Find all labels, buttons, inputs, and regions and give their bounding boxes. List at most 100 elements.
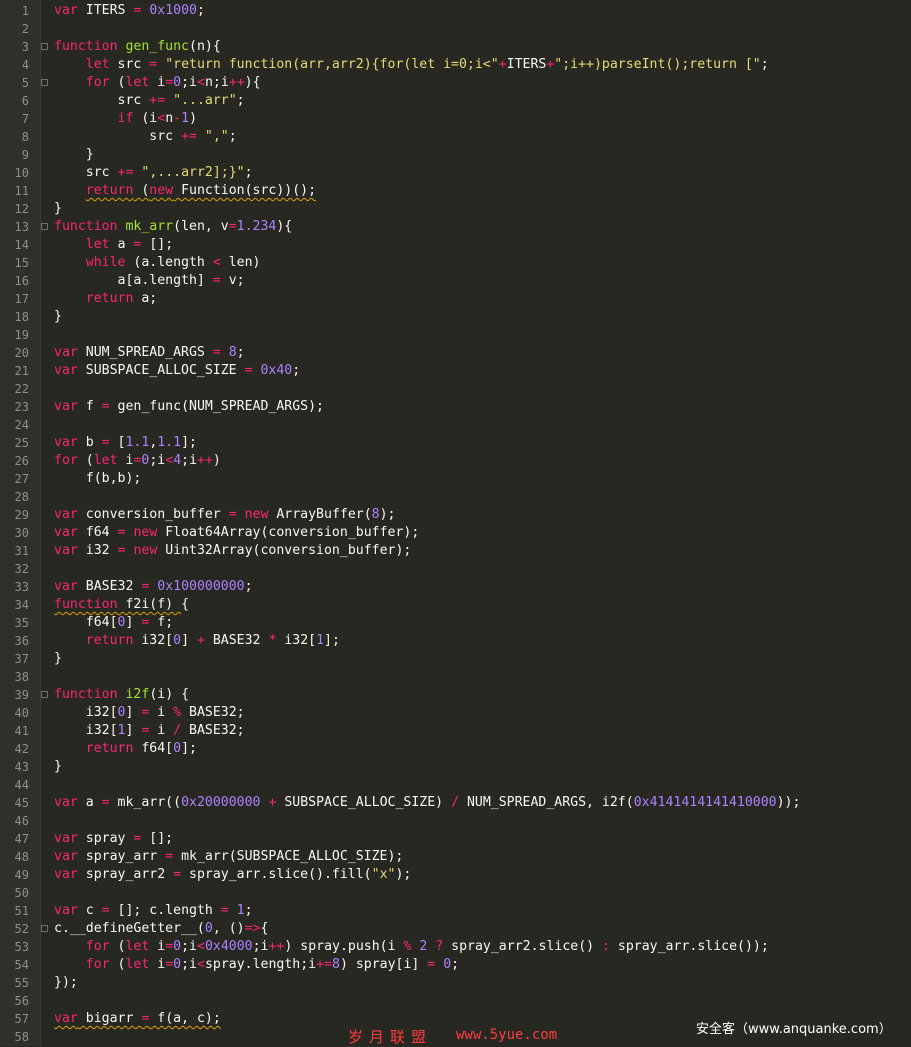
code-line[interactable]: 54 for (let i=0;i<spray.length;i+=8) spr… <box>0 956 911 974</box>
code-line[interactable]: 43} <box>0 758 911 776</box>
code-token: conversion_buffer <box>77 507 229 522</box>
code-token: + <box>196 633 205 648</box>
code-line[interactable]: 15 while (a.length < len) <box>0 254 911 272</box>
code-token: ]; <box>181 435 197 450</box>
code-line[interactable]: 41 i32[1] = i / BASE32; <box>0 722 911 740</box>
code-line[interactable]: 52 c.__defineGetter__(0, ()=>{ <box>0 920 911 938</box>
code-editor[interactable]: 1 var ITERS = 0x1000; 2 3 function gen_func(… <box>0 0 911 1046</box>
code-line[interactable]: 45 var a = mk_arr((0x20000000 + SUBSPACE_… <box>0 794 911 812</box>
code-line[interactable]: 36 return i32[0] + BASE32 * i32[1]; <box>0 632 911 650</box>
code-token: i2f <box>125 687 150 702</box>
code-line[interactable]: 6 src += "...arr"; <box>0 92 911 110</box>
code-line[interactable]: 39 function i2f(i) { <box>0 686 911 704</box>
code-line[interactable]: 47 var spray = []; <box>0 830 911 848</box>
code-line[interactable]: 7 if (i<n-1) <box>0 110 911 128</box>
fold-toggle-icon[interactable] <box>41 925 48 932</box>
code-line[interactable]: 23 var f = gen_func(NUM_SPREAD_ARGS); <box>0 398 911 416</box>
code-token: 1 <box>236 903 245 918</box>
code-line[interactable]: 55}); <box>0 974 911 992</box>
code-line[interactable]: 34 function f2i(f) { <box>0 596 911 614</box>
code-line[interactable]: 8 src += ","; <box>0 128 911 146</box>
code-line[interactable]: 4 let src = "return function(arr,arr2){f… <box>0 56 911 74</box>
code-token: n <box>165 111 174 126</box>
code-line[interactable]: 11 return (new Function(src))(); <box>0 182 911 200</box>
code-text: return a; <box>54 290 157 308</box>
code-line[interactable]: 17 return a; <box>0 290 911 308</box>
code-token: (i <box>133 111 158 126</box>
code-line[interactable]: 3 function gen_func(n){ <box>0 38 911 56</box>
code-line[interactable]: 31 var i32 = new Uint32Array(conversion_b… <box>0 542 911 560</box>
code-token: ); <box>379 507 396 522</box>
code-line[interactable]: 16 a[a.length] = v; <box>0 272 911 290</box>
line-number: 56 <box>14 994 29 1008</box>
code-line[interactable]: 56 <box>0 992 911 1010</box>
code-line[interactable]: 12} <box>0 200 911 218</box>
line-number: 53 <box>14 940 29 954</box>
code-line[interactable]: 26 for (let i=0;i<4;i++) <box>0 452 911 470</box>
code-line[interactable]: 1 var ITERS = 0x1000; <box>0 2 911 20</box>
code-line[interactable]: 38 <box>0 668 911 686</box>
code-token: i <box>149 939 166 954</box>
fold-toggle-icon[interactable] <box>41 691 48 698</box>
code-line[interactable]: 53 for (let i=0;i<0x4000;i++) spray.push… <box>0 938 911 956</box>
line-number: 15 <box>14 256 29 270</box>
code-token: = <box>165 957 174 972</box>
code-line[interactable]: 40 i32[0] = i % BASE32; <box>0 704 911 722</box>
code-line[interactable]: 50 <box>0 884 911 902</box>
code-token: = <box>101 399 110 414</box>
code-line[interactable]: 10 src += ",...arr2];}"; <box>0 164 911 182</box>
code-line[interactable]: 20 var NUM_SPREAD_ARGS = 8; <box>0 344 911 362</box>
line-number: 28 <box>14 490 29 504</box>
code-text: var bigarr = f(a, c); <box>54 1010 221 1028</box>
code-token: ArrayBuffer( <box>268 507 372 522</box>
code-line[interactable]: 49 var spray_arr2 = spray_arr.slice().fil… <box>0 866 911 884</box>
code-line[interactable]: 24 <box>0 416 911 434</box>
code-token: = <box>228 219 237 234</box>
code-line[interactable]: 37} <box>0 650 911 668</box>
code-line[interactable]: 51 var c = []; c.length = 1; <box>0 902 911 920</box>
code-token: ( <box>109 939 126 954</box>
code-token: i32[ <box>54 705 118 720</box>
code-line[interactable]: 9 } <box>0 146 911 164</box>
code-line[interactable]: 35 f64[0] = f; <box>0 614 911 632</box>
code-line[interactable]: 19 <box>0 326 911 344</box>
code-token: var <box>54 849 78 864</box>
code-line[interactable]: 33 var BASE32 = 0x100000000; <box>0 578 911 596</box>
code-text: let a = []; <box>54 236 173 254</box>
code-line[interactable]: 44 <box>0 776 911 794</box>
code-text: function i2f(i) { <box>54 686 189 704</box>
code-line[interactable]: 22 <box>0 380 911 398</box>
code-line[interactable]: 28 <box>0 488 911 506</box>
code-line[interactable]: 46 <box>0 812 911 830</box>
code-line[interactable]: 48 var spray_arr = mk_arr(SUBSPACE_ALLOC_… <box>0 848 911 866</box>
code-line[interactable]: 14 let a = []; <box>0 236 911 254</box>
code-line[interactable]: 18} <box>0 308 911 326</box>
code-text: while (a.length < len) <box>54 254 261 272</box>
code-token: spray_arr2.slice() <box>443 939 603 954</box>
code-token: 4 <box>173 453 182 468</box>
fold-toggle-icon[interactable] <box>41 223 48 230</box>
watermark-url: www.5yue.com <box>456 1027 558 1043</box>
fold-toggle-icon[interactable] <box>41 43 48 50</box>
code-line[interactable]: 27 f(b,b); <box>0 470 911 488</box>
code-text: if (i<n-1) <box>54 110 197 128</box>
code-line[interactable]: 2 <box>0 20 911 38</box>
code-line[interactable]: 5 for (let i=0;i<n;i++){ <box>0 74 911 92</box>
code-line[interactable]: 13 function mk_arr(len, v=1.234){ <box>0 218 911 236</box>
code-token: ( <box>133 183 150 198</box>
code-token: ITERS <box>506 57 547 72</box>
fold-toggle-icon[interactable] <box>41 79 48 86</box>
code-token: [ <box>109 435 126 450</box>
code-line[interactable]: 29 var conversion_buffer = new ArrayBuffe… <box>0 506 911 524</box>
code-line[interactable]: 30 var f64 = new Float64Array(conversion_… <box>0 524 911 542</box>
code-line[interactable]: 21 var SUBSPACE_ALLOC_SIZE = 0x40; <box>0 362 911 380</box>
code-line[interactable]: 42 return f64[0]; <box>0 740 911 758</box>
code-token: { <box>260 921 269 936</box>
code-token: ++ <box>268 939 285 954</box>
code-line[interactable]: 32 <box>0 560 911 578</box>
code-token: var <box>54 435 78 450</box>
code-line[interactable]: 25 var b = [1.1,1.1]; <box>0 434 911 452</box>
code-token: f64 <box>77 525 118 540</box>
line-number: 18 <box>14 310 29 324</box>
